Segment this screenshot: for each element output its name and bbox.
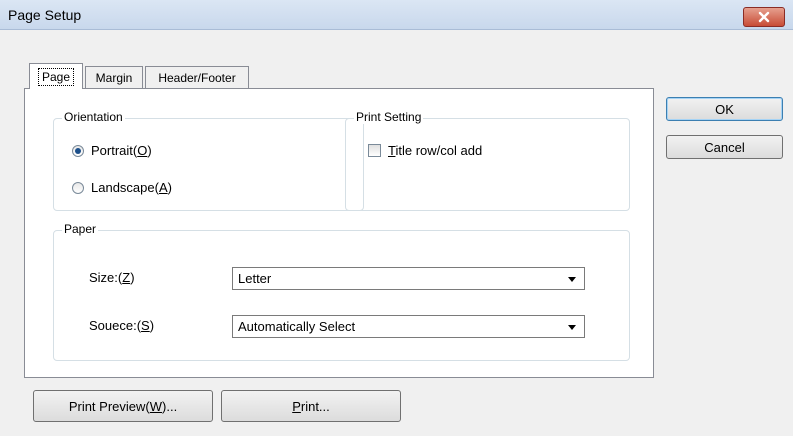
- source-select-value: Automatically Select: [238, 319, 356, 334]
- close-icon: [758, 11, 770, 23]
- close-button[interactable]: [743, 7, 785, 27]
- landscape-label: Landscape(A): [91, 180, 172, 195]
- tab-panel-page: Orientation Portrait(O) Landscape(A) Pri…: [24, 88, 654, 378]
- cancel-label: Cancel: [704, 139, 745, 155]
- print-preview-button[interactable]: Print Preview(W)...: [33, 390, 213, 422]
- orientation-group-label: Orientation: [62, 110, 125, 124]
- print-label: Print...: [292, 398, 330, 414]
- window-title: Page Setup: [8, 7, 82, 23]
- paper-group: Paper Size:(Z) Letter Souece:(S) Automat…: [53, 222, 630, 361]
- print-setting-group: Print Setting Title row/col add: [345, 110, 630, 211]
- radio-selected-icon: [72, 144, 84, 157]
- source-label: Souece:(S): [89, 318, 155, 333]
- chevron-down-icon: [568, 325, 576, 330]
- size-label: Size:(Z): [89, 270, 135, 285]
- chevron-down-icon: [568, 277, 576, 282]
- portrait-label: Portrait(O): [91, 143, 152, 158]
- portrait-radio[interactable]: Portrait(O): [72, 143, 152, 158]
- size-select[interactable]: Letter: [232, 267, 585, 290]
- ok-label: OK: [715, 101, 734, 117]
- tab-header-footer-label: Header/Footer: [158, 70, 236, 85]
- ok-button[interactable]: OK: [666, 97, 783, 121]
- tab-page[interactable]: Page: [29, 63, 83, 89]
- orientation-group: Orientation Portrait(O) Landscape(A): [53, 110, 364, 211]
- landscape-radio[interactable]: Landscape(A): [72, 180, 172, 195]
- tab-page-label: Page: [37, 67, 75, 86]
- checkbox-icon: [368, 144, 381, 157]
- tab-margin-label: Margin: [95, 70, 133, 85]
- radio-unselected-icon: [72, 181, 84, 194]
- title-rowcol-label: Title row/col add: [388, 143, 483, 158]
- title-rowcol-checkbox[interactable]: Title row/col add: [368, 143, 482, 158]
- print-preview-label: Print Preview(W)...: [68, 398, 178, 414]
- tab-margin[interactable]: Margin: [85, 66, 143, 88]
- print-button[interactable]: Print...: [221, 390, 401, 422]
- title-bar: Page Setup: [0, 0, 793, 30]
- size-select-value: Letter: [238, 271, 272, 286]
- paper-group-label: Paper: [62, 222, 99, 236]
- cancel-button[interactable]: Cancel: [666, 135, 783, 159]
- source-select[interactable]: Automatically Select: [232, 315, 585, 338]
- tab-header-footer[interactable]: Header/Footer: [145, 66, 249, 88]
- print-setting-group-label: Print Setting: [354, 110, 424, 124]
